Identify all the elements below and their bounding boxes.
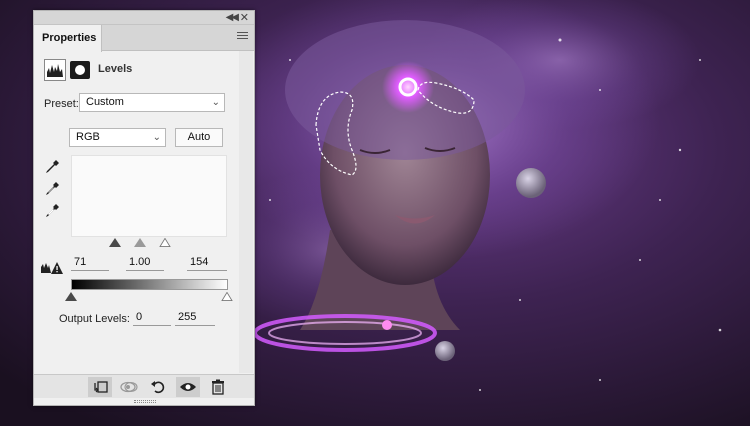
preset-dropdown[interactable]: Custom ⌄ [79,93,225,112]
input-highlights-slider[interactable] [159,238,171,247]
histogram [71,155,227,237]
clipping-warning-icon[interactable] [40,261,64,275]
black-point-eyedropper-icon[interactable] [44,159,60,175]
panel-scrollbar[interactable] [239,51,253,373]
double-chevron-icon[interactable]: ◀◀ [226,12,239,23]
output-low-field[interactable]: 0 [133,311,171,326]
chevron-down-icon: ⌄ [211,97,220,108]
input-shadows-field[interactable]: 71 [71,256,109,271]
mask-icon[interactable] [70,61,90,79]
output-high-slider[interactable] [221,292,233,301]
hamburger-menu-icon[interactable] [237,32,248,41]
clip-to-layer-icon[interactable] [88,377,112,397]
channel-value: RGB [76,131,100,143]
bottom-toolbar [34,374,254,398]
trash-icon[interactable] [206,377,230,397]
panel-tabbar: Properties [34,25,254,52]
input-highlights-field[interactable]: 154 [187,256,227,271]
tab-properties[interactable]: Properties [34,25,102,52]
output-high-field[interactable]: 255 [175,311,215,326]
input-midtones-field[interactable]: 1.00 [126,256,164,271]
channel-dropdown[interactable]: RGB ⌄ [69,128,166,147]
output-gradient-bar [71,279,228,290]
reset-icon[interactable] [146,377,170,397]
properties-panel: ◀◀ ✕ Properties Levels Preset: Custom ⌄ … [33,10,255,406]
toggle-visibility-icon[interactable] [176,377,200,397]
auto-button[interactable]: Auto [175,128,223,147]
white-point-eyedropper-icon[interactable] [44,203,60,219]
close-icon[interactable]: ✕ [240,11,249,24]
gray-point-eyedropper-icon[interactable] [44,181,60,197]
output-low-slider[interactable] [65,292,77,301]
adjustment-title: Levels [98,63,133,75]
view-previous-state-icon[interactable] [117,377,141,397]
panel-title-bar[interactable]: ◀◀ ✕ [34,11,254,25]
preset-label: Preset: [44,98,79,110]
chevron-down-icon: ⌄ [152,132,161,143]
output-levels-label: Output Levels: [59,313,130,325]
levels-icon[interactable] [44,59,66,81]
resize-grip[interactable] [134,400,156,403]
input-shadows-slider[interactable] [109,238,121,247]
preset-value: Custom [86,96,124,108]
adjustment-header: Levels [44,59,244,81]
input-midtones-slider[interactable] [134,238,146,247]
